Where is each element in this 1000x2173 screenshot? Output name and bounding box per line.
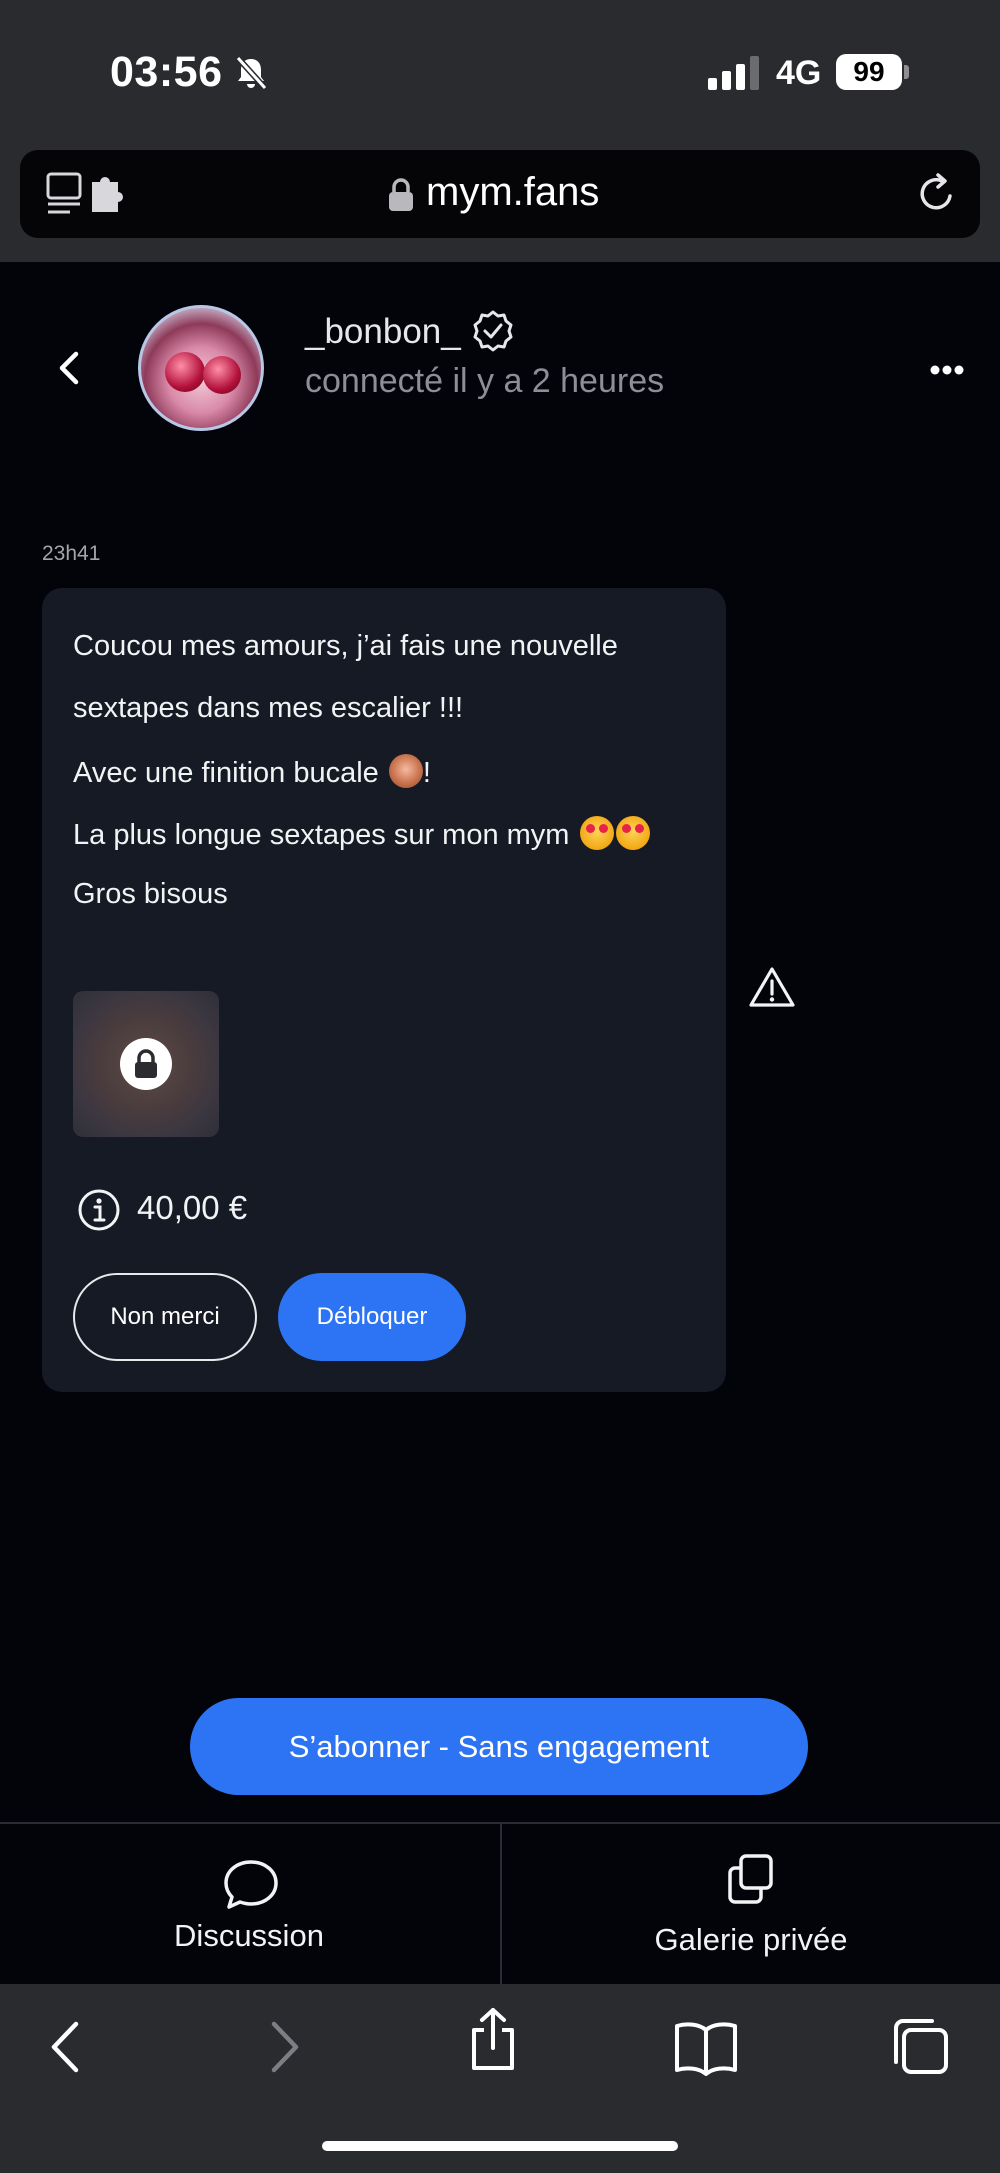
status-time: 03:56: [110, 48, 223, 96]
tabs-overview-icon[interactable]: [886, 2014, 952, 2080]
more-icon[interactable]: [930, 364, 964, 376]
browser-back-icon[interactable]: [34, 2014, 100, 2080]
browser-address-area: mym.fans: [0, 150, 1000, 262]
avatar-cherry-left: [165, 352, 205, 392]
message-line-4-text: La plus longue sextapes sur mon mym: [73, 819, 570, 851]
battery-level: 99: [836, 54, 902, 90]
status-bar: 03:56 4G 99: [0, 0, 1000, 150]
verified-icon: [473, 310, 513, 352]
avatar[interactable]: [138, 305, 264, 431]
tabs-icon[interactable]: [44, 172, 144, 216]
warning-icon[interactable]: [748, 965, 796, 1009]
chevron-left-icon[interactable]: [52, 348, 88, 388]
tab-private-gallery[interactable]: Galerie privée: [502, 1824, 1000, 1984]
tab-private-gallery-label: Galerie privée: [654, 1922, 848, 1957]
browser-toolbar: [0, 1984, 1000, 2173]
smiling-face-with-hearts-emoji: [579, 816, 614, 850]
book-icon[interactable]: [673, 2014, 739, 2080]
unlock-button[interactable]: Débloquer: [278, 1273, 466, 1361]
decline-button[interactable]: Non merci: [73, 1273, 257, 1361]
see-no-evil-monkey-emoji: [388, 754, 423, 788]
avatar-cherry-right: [203, 356, 241, 394]
home-indicator: [322, 2141, 678, 2151]
message-line-1: Coucou mes amours, j’ai fais une nouvell…: [73, 630, 618, 662]
network-type: 4G: [776, 54, 822, 92]
info-icon[interactable]: [77, 1188, 121, 1232]
message-line-3: Avec une finition bucale !: [73, 754, 431, 790]
smiling-face-with-hearts-emoji: [615, 816, 650, 850]
message-line-3-suffix: !: [422, 757, 431, 789]
subscribe-button[interactable]: S’abonner - Sans engagement: [190, 1698, 808, 1795]
unlock-price: 40,00 €: [137, 1189, 248, 1226]
message-line-5: Gros bisous: [73, 878, 228, 910]
tab-discussion[interactable]: Discussion: [0, 1824, 498, 1984]
battery-tip: [904, 65, 909, 79]
browser-forward-icon[interactable]: [250, 2014, 316, 2080]
message-line-2: sextapes dans mes escalier !!!: [73, 692, 464, 724]
lock-icon: [135, 1049, 157, 1078]
bottom-tab-bar: Discussion Galerie privée: [0, 1822, 1000, 1986]
gallery-icon: [728, 1854, 773, 1904]
tab-discussion-label: Discussion: [174, 1918, 324, 1953]
online-status: connecté il y a 2 heures: [305, 362, 665, 400]
chat-username[interactable]: _bonbon_: [305, 312, 461, 352]
media-lock-badge: [120, 1038, 172, 1090]
message-line-4: La plus longue sextapes sur mon mym: [73, 816, 650, 852]
chat-bubble-icon: [224, 1860, 278, 1909]
page: 03:56 4G 99 mym.fans _bonbon_ connecté i…: [0, 0, 1000, 2173]
message-timestamp: 23h41: [42, 542, 101, 565]
url-text[interactable]: mym.fans: [426, 170, 599, 215]
reload-icon[interactable]: [914, 172, 958, 216]
message-line-3-text: Avec une finition bucale: [73, 757, 379, 789]
message-bubble: Coucou mes amours, j’ai fais une nouvell…: [42, 588, 726, 1392]
locked-media-thumbnail[interactable]: [73, 991, 219, 1137]
lock-icon: [389, 178, 413, 211]
bell-slash-icon: [235, 55, 268, 91]
signal-icon: [708, 56, 759, 90]
share-icon[interactable]: [460, 2006, 526, 2072]
address-bar[interactable]: mym.fans: [20, 150, 980, 238]
